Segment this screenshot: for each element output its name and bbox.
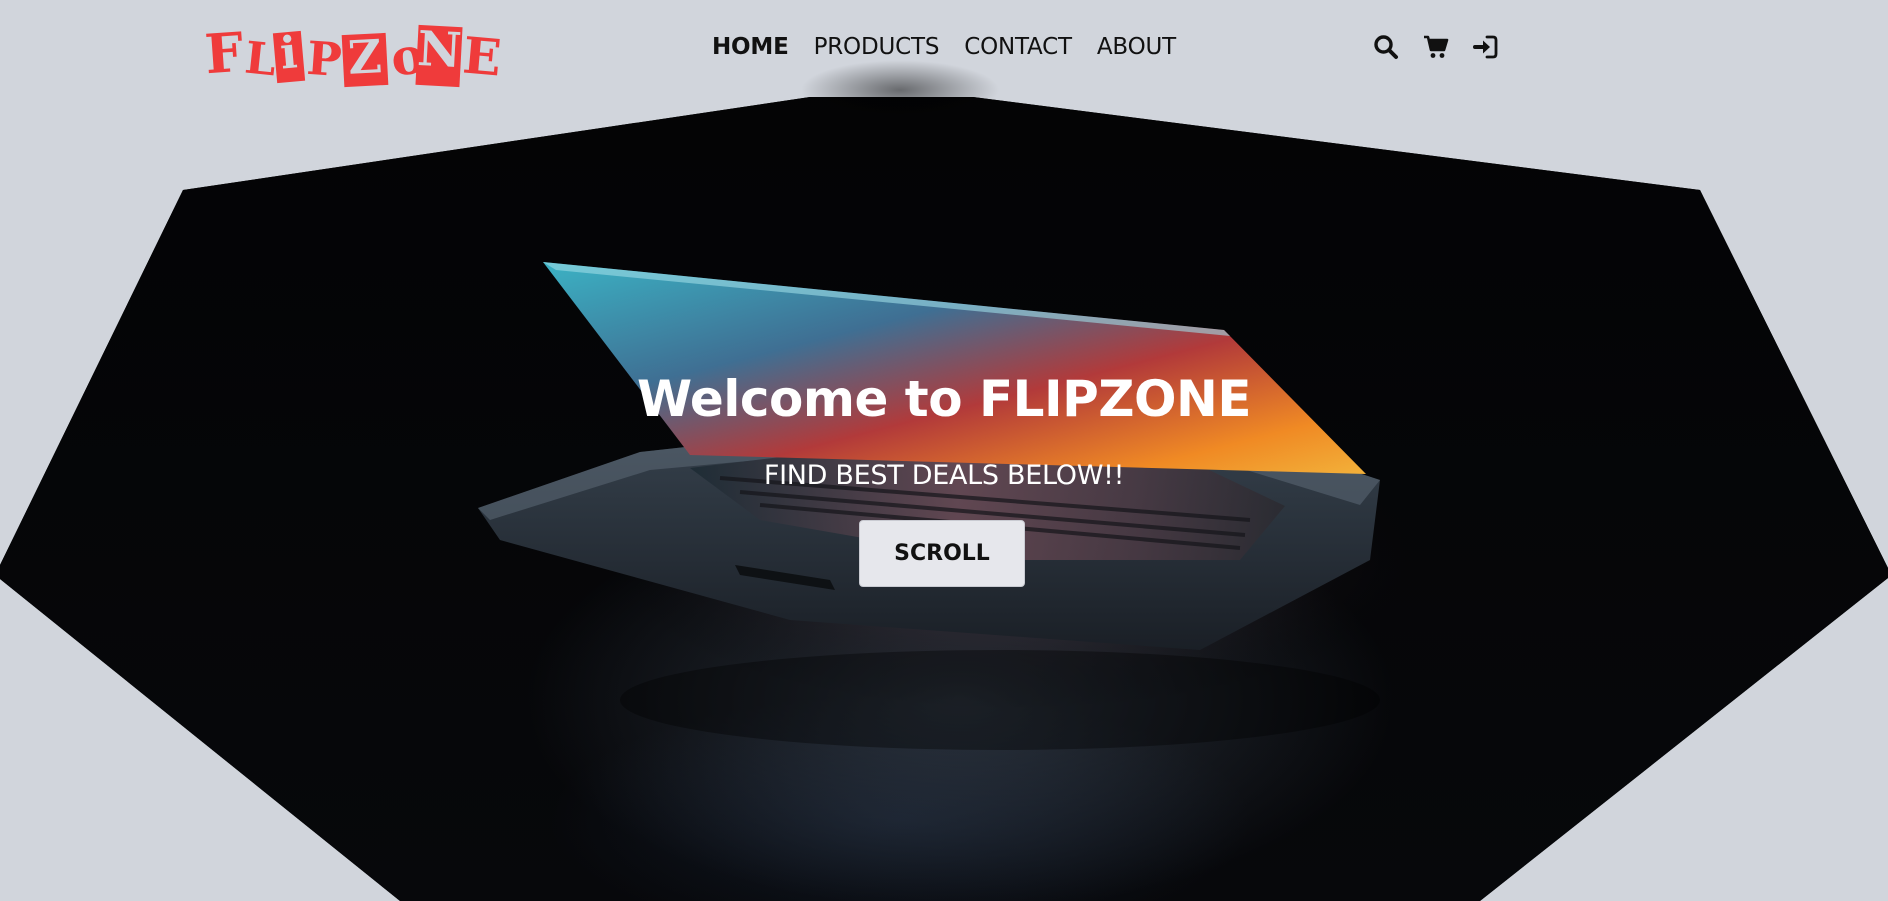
login-icon[interactable] — [1472, 33, 1500, 61]
logo-letter: N — [415, 21, 463, 88]
scroll-button[interactable]: SCROLL — [859, 520, 1025, 587]
hero-banner: Welcome to FLIPZONE FIND BEST DEALS BELO… — [0, 97, 1888, 901]
nav-products[interactable]: PRODUCTS — [814, 34, 940, 60]
nav-contact[interactable]: CONTACT — [964, 34, 1072, 60]
logo-letter: Z — [341, 29, 389, 88]
nav-links: HOME PRODUCTS CONTACT ABOUT — [712, 34, 1201, 60]
search-icon[interactable] — [1372, 33, 1400, 61]
hero-title: Welcome to FLIPZONE — [636, 370, 1252, 428]
nav-about[interactable]: ABOUT — [1097, 34, 1176, 60]
brand-logo[interactable]: F L i P Z o N E — [202, 14, 504, 92]
logo-letter: F — [202, 19, 246, 87]
logo-letter: i — [272, 27, 306, 84]
hero-subtitle: FIND BEST DEALS BELOW!! — [763, 460, 1125, 491]
nav-home[interactable]: HOME — [712, 34, 789, 60]
nav-icons — [1372, 33, 1500, 61]
navbar: F L i P Z o N E HOME PRODUCTS CONTACT AB… — [0, 0, 1888, 96]
logo-letter: E — [460, 25, 504, 88]
logo-letter: P — [305, 30, 344, 88]
cart-icon[interactable] — [1422, 33, 1450, 61]
